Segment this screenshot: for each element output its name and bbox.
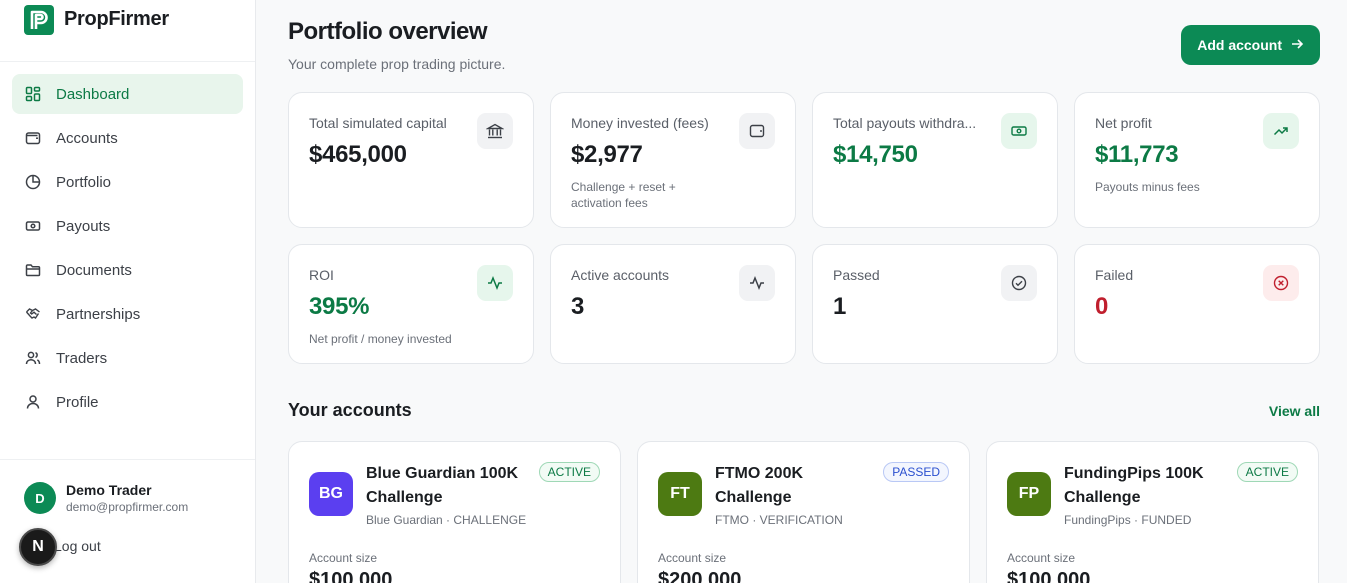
account-size-label: Account size bbox=[309, 551, 378, 565]
sidebar-item-label: Documents bbox=[56, 261, 132, 279]
banknote-icon bbox=[1001, 113, 1037, 149]
account-meta: Blue Guardian · CHALLENGE bbox=[366, 513, 527, 527]
account-name: Blue Guardian 100K Challenge bbox=[366, 465, 519, 506]
status-badge: ACTIVE bbox=[1236, 462, 1298, 482]
next-dev-tools-button[interactable]: N bbox=[19, 528, 57, 566]
user-email: demo@propfirmer.com bbox=[66, 500, 189, 514]
users-icon bbox=[24, 349, 42, 367]
sidebar-item-accounts[interactable]: Accounts bbox=[12, 118, 243, 158]
stat-label: Net profit bbox=[1095, 115, 1152, 131]
folder-icon bbox=[24, 261, 42, 279]
sidebar-item-label: Traders bbox=[56, 349, 108, 367]
stat-label: Total simulated capital bbox=[309, 115, 447, 131]
user-profile[interactable]: D Demo Trader demo@propfirmer.com bbox=[24, 482, 231, 514]
sidebar-item-traders[interactable]: Traders bbox=[12, 338, 243, 378]
stat-note: Net profit / money invested bbox=[309, 332, 452, 346]
add-account-label: Add account bbox=[1197, 37, 1282, 53]
sidebar-item-label: Accounts bbox=[56, 129, 118, 147]
stat-card-money-invested: Money invested (fees) $2,977 Challenge +… bbox=[550, 92, 796, 228]
status-badge: PASSED bbox=[883, 462, 949, 482]
section-title: Your accounts bbox=[288, 400, 412, 420]
accounts-grid: BG Blue Guardian 100K Challenge Blue Gua… bbox=[288, 441, 1320, 583]
account-size: $100,000 bbox=[309, 569, 393, 583]
sidebar-item-label: Profile bbox=[56, 393, 99, 411]
wallet-icon bbox=[739, 113, 775, 149]
account-name: FundingPips 100K Challenge bbox=[1064, 465, 1204, 506]
brand-name: PropFirmer bbox=[64, 8, 169, 30]
user-name: Demo Trader bbox=[66, 482, 152, 498]
arrow-right-icon bbox=[1290, 37, 1304, 54]
account-meta: FTMO · VERIFICATION bbox=[715, 513, 843, 527]
account-size: $200,000 bbox=[658, 569, 742, 583]
app-root: PropFirmer Dashboard Accounts Portfolio … bbox=[0, 0, 1347, 583]
sidebar-nav: Dashboard Accounts Portfolio Payouts Doc… bbox=[0, 62, 255, 422]
bank-icon bbox=[477, 113, 513, 149]
stat-label: Failed bbox=[1095, 267, 1134, 283]
stat-note: Challenge + reset + activation fees bbox=[571, 180, 676, 210]
sidebar: PropFirmer Dashboard Accounts Portfolio … bbox=[0, 0, 256, 583]
activity-icon bbox=[477, 265, 513, 301]
dashboard-icon bbox=[24, 85, 42, 103]
pie-chart-icon bbox=[24, 173, 42, 191]
account-logo: FP bbox=[1007, 472, 1051, 516]
account-size-label: Account size bbox=[1007, 551, 1076, 565]
stat-card-roi: ROI 395% Net profit / money invested bbox=[288, 244, 534, 364]
stat-label: Total payouts withdra... bbox=[833, 115, 977, 131]
sidebar-item-label: Portfolio bbox=[56, 173, 112, 191]
stat-label: Money invested (fees) bbox=[571, 115, 709, 131]
avatar: D bbox=[24, 482, 56, 514]
stat-card-failed: Failed 0 bbox=[1074, 244, 1320, 364]
trending-up-icon bbox=[1263, 113, 1299, 149]
sidebar-item-profile[interactable]: Profile bbox=[12, 382, 243, 422]
account-meta: FundingPips · FUNDED bbox=[1064, 513, 1192, 527]
sidebar-item-label: Payouts bbox=[56, 217, 111, 235]
account-size-label: Account size bbox=[658, 551, 727, 565]
activity-icon bbox=[739, 265, 775, 301]
view-all-link[interactable]: View all bbox=[1269, 403, 1320, 419]
stat-label: Passed bbox=[833, 267, 880, 283]
page-title: Portfolio overview bbox=[288, 18, 488, 45]
sidebar-item-label: Dashboard bbox=[56, 85, 130, 103]
sidebar-item-documents[interactable]: Documents bbox=[12, 250, 243, 290]
brand[interactable]: PropFirmer bbox=[0, 0, 255, 62]
sidebar-item-payouts[interactable]: Payouts bbox=[12, 206, 243, 246]
banknote-icon bbox=[24, 217, 42, 235]
sidebar-item-portfolio[interactable]: Portfolio bbox=[12, 162, 243, 202]
stat-card-passed: Passed 1 bbox=[812, 244, 1058, 364]
stats-grid: Total simulated capital $465,000 Money i… bbox=[288, 92, 1320, 364]
propfirmer-logo-icon bbox=[24, 4, 54, 35]
account-card[interactable]: FP FundingPips 100K Challenge FundingPip… bbox=[986, 441, 1319, 583]
stat-label: ROI bbox=[309, 267, 334, 283]
page-subtitle: Your complete prop trading picture. bbox=[288, 56, 506, 72]
logout-label: Log out bbox=[54, 538, 101, 554]
account-card[interactable]: FT FTMO 200K Challenge FTMO · VERIFICATI… bbox=[637, 441, 970, 583]
wallet-icon bbox=[24, 129, 42, 147]
sidebar-item-label: Partnerships bbox=[56, 305, 141, 323]
stat-note: Payouts minus fees bbox=[1095, 180, 1200, 194]
page-header: Portfolio overview Your complete prop tr… bbox=[288, 18, 1320, 72]
status-badge: ACTIVE bbox=[538, 462, 600, 482]
add-account-button[interactable]: Add account bbox=[1181, 25, 1320, 65]
main-content: Portfolio overview Your complete prop tr… bbox=[256, 0, 1347, 583]
sidebar-item-partnerships[interactable]: Partnerships bbox=[12, 294, 243, 334]
stat-card-net-profit: Net profit $11,773 Payouts minus fees bbox=[1074, 92, 1320, 228]
account-name: FTMO 200K Challenge bbox=[715, 465, 804, 506]
check-circle-icon bbox=[1001, 265, 1037, 301]
account-logo: FT bbox=[658, 472, 702, 516]
account-size: $100,000 bbox=[1007, 569, 1091, 583]
stat-card-active-accounts: Active accounts 3 bbox=[550, 244, 796, 364]
sidebar-item-dashboard[interactable]: Dashboard bbox=[12, 74, 243, 114]
stat-card-total-payouts: Total payouts withdra... $14,750 bbox=[812, 92, 1058, 228]
user-icon bbox=[24, 393, 42, 411]
x-circle-icon bbox=[1263, 265, 1299, 301]
stat-label: Active accounts bbox=[571, 267, 670, 283]
account-card[interactable]: BG Blue Guardian 100K Challenge Blue Gua… bbox=[288, 441, 621, 583]
stat-card-total-capital: Total simulated capital $465,000 bbox=[288, 92, 534, 228]
account-logo: BG bbox=[309, 472, 353, 516]
accounts-section-header: Your accounts View all bbox=[288, 400, 1320, 421]
handshake-icon bbox=[24, 305, 42, 323]
